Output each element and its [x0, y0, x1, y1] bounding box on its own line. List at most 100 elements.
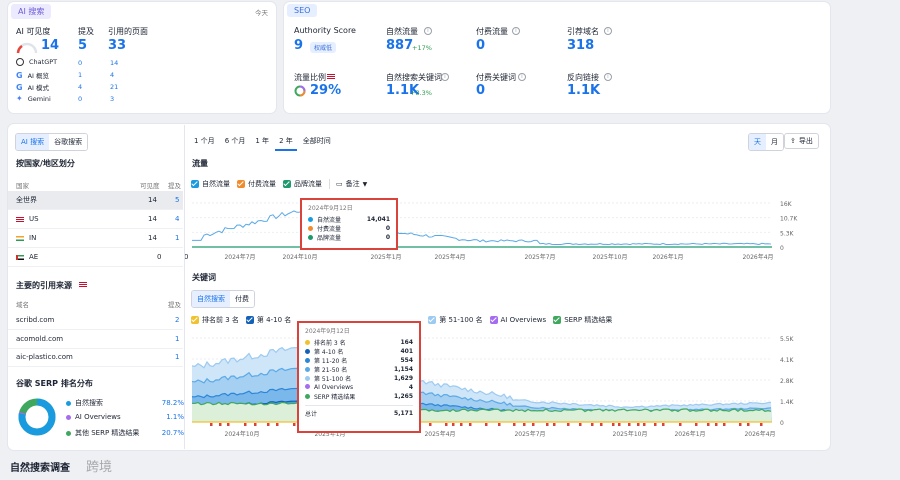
y-tick-label: 0	[780, 245, 784, 252]
range-tab[interactable]: 全部时间	[299, 133, 335, 151]
event-marker	[723, 423, 726, 426]
keywords-type-tabs: 自然搜索 付费	[191, 290, 255, 308]
info-icon: i	[604, 73, 612, 81]
serp-distribution-title: 谷歌 SERP 排名分布	[16, 379, 93, 388]
col-visibility: 可见度	[140, 182, 160, 190]
x-tick-label: 2024年10月	[283, 253, 318, 261]
ai-visibility-value[interactable]: 14	[41, 38, 59, 53]
mentions-label: 提及	[78, 27, 94, 36]
event-marker	[293, 423, 296, 426]
x-tick-label: 2025年10月	[593, 253, 628, 261]
organic-traffic-label: 自然流量	[386, 27, 418, 36]
legend-serp-features[interactable]: SERP 精选结果	[553, 315, 612, 325]
paid-traffic-value[interactable]: 0	[476, 38, 485, 53]
traffic-tooltip: 2024年9月12日 自然流量 14,041 付费流量 0 品牌流量 0	[300, 198, 398, 250]
x-tick-label: 2025年4月	[424, 430, 455, 438]
us-flag-icon	[16, 216, 24, 222]
y-tick-label: 10.7K	[780, 216, 798, 223]
tab-organic[interactable]: 自然搜索	[192, 291, 230, 307]
tooltip-row: 付费流量 0	[308, 224, 390, 233]
series-organic-traffic	[192, 206, 772, 246]
backlinks-value[interactable]: 1.1K	[567, 83, 600, 98]
panel-divider	[184, 125, 185, 449]
notes-dropdown[interactable]: ▭ 备注 ▼	[329, 179, 367, 189]
tab-paid[interactable]: 付费	[230, 291, 254, 307]
event-marker	[532, 423, 535, 426]
seo-tag: SEO	[287, 4, 318, 17]
range-tab[interactable]: 1 个月	[190, 133, 219, 151]
legend-organic[interactable]: 自然流量	[191, 179, 230, 189]
event-marker	[739, 423, 742, 426]
tooltip-row: 第 51-100 名 1,629	[305, 374, 413, 383]
y-tick-label: 4.1K	[780, 357, 795, 364]
source-row[interactable]: scribd.com 2	[8, 311, 183, 330]
country-row-us[interactable]: US 14 4	[8, 210, 183, 229]
x-tick-label: 2025年7月	[514, 430, 545, 438]
in-flag-icon	[16, 235, 24, 241]
y-tick-label: 1.4K	[780, 399, 795, 406]
us-flag-icon	[327, 74, 335, 79]
source-row[interactable]: aic-plastico.com 1	[8, 348, 183, 367]
export-button[interactable]: ⇪ 导出	[784, 133, 819, 149]
comment-icon: ▭	[336, 180, 343, 188]
traffic-share-value[interactable]: 29%	[310, 83, 341, 98]
legend-ai-overviews[interactable]: AI Overviews	[489, 316, 546, 324]
event-marker	[276, 423, 279, 426]
event-marker	[637, 423, 640, 426]
legend-4-10[interactable]: 第 4-10 名	[245, 315, 291, 325]
visibility-gauge-icon	[16, 42, 38, 54]
serp-row-organic: 自然搜索 78.2%	[66, 398, 184, 408]
export-icon: ⇪	[790, 137, 796, 145]
range-tab[interactable]: 6 个月	[221, 133, 250, 151]
granularity-toggle: 天 月	[748, 133, 784, 151]
organic-traffic-value[interactable]: 887	[386, 38, 413, 53]
ref-domains-label: 引荐域名	[567, 27, 599, 36]
range-tabs: 1 个月 6 个月 1 年 2 年 全部时间	[190, 133, 335, 151]
google-icon: G	[16, 70, 23, 80]
tooltip-row: 自然流量 14,041	[308, 215, 390, 224]
keywords-chart[interactable]: 5.5K4.1K2.8K1.4K02024年10月 2025年1月 2025年4月 2…	[190, 330, 830, 442]
event-marker	[523, 423, 526, 426]
range-tab[interactable]: 1 年	[251, 133, 273, 151]
event-marker	[219, 423, 222, 426]
country-row-world[interactable]: 全世界 14 5	[8, 191, 183, 210]
source-row[interactable]: acomold.com 1	[8, 330, 183, 349]
cited-pages-value[interactable]: 33	[108, 38, 126, 53]
paid-keywords-value[interactable]: 0	[476, 83, 485, 98]
x-tick-label: 2025年4月	[434, 253, 465, 261]
event-marker	[267, 423, 270, 426]
toggle-month[interactable]: 月	[766, 134, 783, 150]
tab-ai-search[interactable]: AI 搜索	[16, 134, 50, 150]
tooltip-row: 第 11-20 名 554	[305, 356, 413, 365]
event-marker	[747, 423, 750, 426]
event-marker	[513, 423, 516, 426]
sources-section-title: 主要的引用来源	[16, 281, 72, 290]
traffic-chart[interactable]: 16K 10.7K 5.3K 0 2024年7月 2024年10月 2025年1月 2025年…	[190, 195, 830, 265]
today-label: 今天	[255, 9, 268, 17]
legend-51-100[interactable]: 第 51-100 名	[428, 315, 483, 325]
event-marker	[498, 423, 501, 426]
event-marker	[227, 423, 230, 426]
event-marker	[553, 423, 556, 426]
x-tick-label: 2025年10月	[613, 430, 648, 438]
legend-branded[interactable]: 品牌流量	[283, 179, 322, 189]
authority-badge: 权威低	[310, 42, 337, 53]
ae-flag-icon	[16, 254, 24, 260]
range-tab-active[interactable]: 2 年	[275, 133, 297, 151]
col-country: 国家	[16, 182, 29, 190]
bottom-strip	[0, 455, 900, 480]
country-row-ae[interactable]: AE 0 0	[8, 248, 188, 267]
info-icon: i	[424, 27, 432, 35]
y-tick-label: 5.5K	[780, 336, 795, 343]
ai-search-card: AI 搜索 今天 AI 可见度 提及 引用的页面 14 5 33 ChatGPT…	[8, 2, 276, 113]
seo-card: SEO Authority Score 9 权威低 自然流量 i 887 +17…	[284, 2, 830, 113]
country-row-in[interactable]: IN 14 1	[8, 229, 183, 248]
legend-top3[interactable]: 排名前 3 名	[191, 315, 239, 325]
legend-paid[interactable]: 付费流量	[237, 179, 276, 189]
google-icon: G	[16, 82, 23, 92]
mentions-value[interactable]: 5	[78, 38, 87, 53]
toggle-day[interactable]: 天	[749, 134, 766, 150]
ref-domains-value[interactable]: 318	[567, 38, 594, 53]
authority-value[interactable]: 9	[294, 38, 303, 53]
tab-google-search[interactable]: 谷歌搜索	[49, 134, 88, 150]
